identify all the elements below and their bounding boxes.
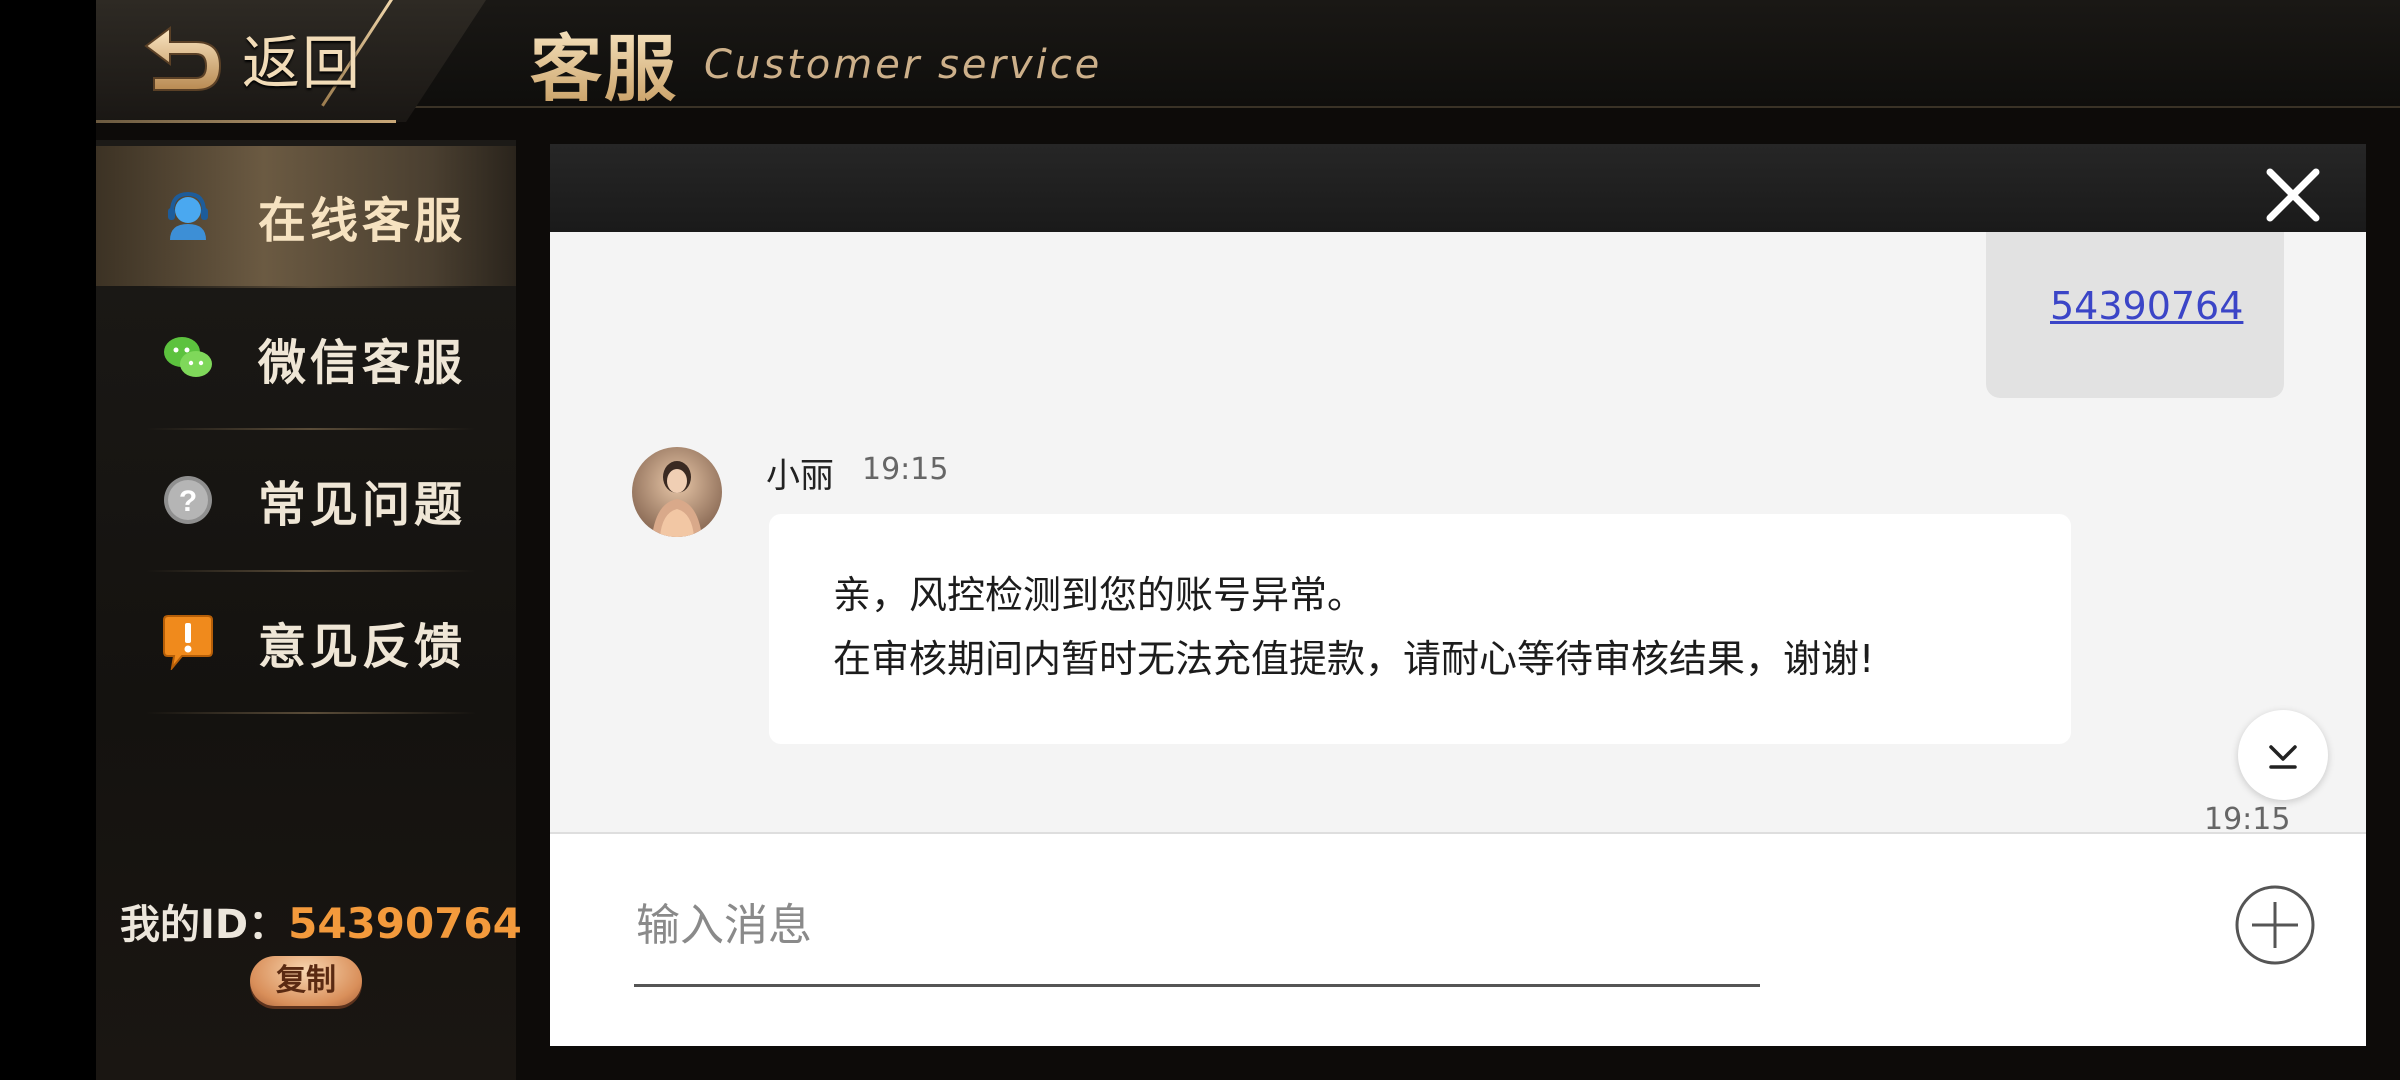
chevron-down-icon bbox=[2269, 745, 2297, 769]
back-arrow-icon bbox=[144, 26, 222, 91]
copy-id-button[interactable]: 复制 bbox=[250, 956, 362, 1006]
my-id-value: 54390764 bbox=[288, 899, 522, 948]
message-timestamp: 19:15 bbox=[2204, 802, 2291, 832]
agent-avatar bbox=[632, 447, 722, 537]
sidebar-item-feedback[interactable]: 意见反馈 bbox=[96, 572, 516, 712]
back-tab-underline bbox=[96, 120, 396, 123]
agent-message-line: 亲，风控检测到您的账号异常。 bbox=[833, 573, 1366, 617]
sidebar-item-faq[interactable]: ? 常见问题 bbox=[96, 430, 516, 570]
feedback-icon bbox=[160, 614, 216, 670]
sidebar-item-label: 微信客服 bbox=[258, 335, 467, 391]
message-input[interactable] bbox=[634, 884, 1762, 966]
back-label: 返回 bbox=[242, 29, 363, 97]
sidebar-item-wechat-service[interactable]: 微信客服 bbox=[96, 288, 516, 428]
sent-message-link[interactable]: 54390764 bbox=[2050, 284, 2243, 328]
add-attachment-icon[interactable] bbox=[2234, 884, 2316, 966]
agent-name: 小丽 bbox=[766, 456, 834, 496]
agent-message-line: 在审核期间内暂时无法充值提款，请耐心等待审核结果，谢谢! bbox=[833, 637, 1875, 681]
svg-text:?: ? bbox=[179, 485, 197, 518]
agent-message-bubble: 亲，风控检测到您的账号异常。 在审核期间内暂时无法充值提款，请耐心等待审核结果，… bbox=[769, 514, 2071, 744]
question-icon: ? bbox=[160, 472, 216, 528]
agent-message-time: 19:15 bbox=[862, 452, 949, 487]
input-underline bbox=[634, 984, 1760, 987]
my-id: 我的ID：54390764 bbox=[120, 892, 522, 950]
sidebar-divider bbox=[146, 712, 476, 714]
close-icon[interactable] bbox=[2258, 160, 2328, 230]
page-subtitle: Customer service bbox=[704, 42, 1103, 88]
sidebar-item-online-service[interactable]: 在线客服 bbox=[96, 146, 516, 286]
chat-messages[interactable]: 54390764 小丽 19:15 亲，风控检测到您的账号异常。 在审核期间内暂… bbox=[550, 232, 2366, 832]
scroll-to-bottom-button[interactable] bbox=[2238, 710, 2328, 800]
sidebar-item-label: 在线客服 bbox=[258, 193, 467, 249]
sidebar-item-label: 常见问题 bbox=[258, 477, 467, 533]
back-button[interactable]: 返回 bbox=[140, 18, 362, 98]
chat-panel-header bbox=[550, 144, 2366, 232]
sidebar-item-label: 意见反馈 bbox=[258, 619, 467, 675]
headset-user-icon bbox=[160, 188, 216, 244]
my-id-label: 我的ID： bbox=[120, 902, 289, 948]
page-title: 客服 bbox=[530, 10, 678, 115]
message-input-area bbox=[550, 832, 2366, 1046]
wechat-icon bbox=[160, 330, 216, 386]
